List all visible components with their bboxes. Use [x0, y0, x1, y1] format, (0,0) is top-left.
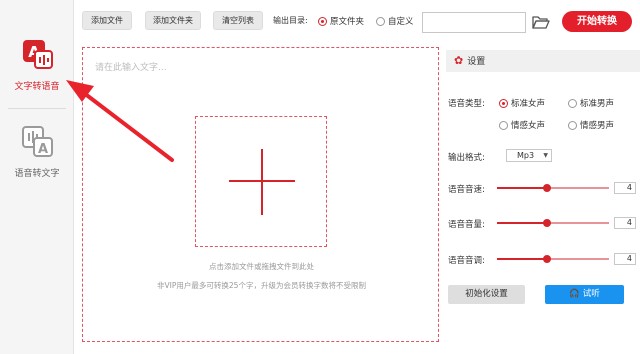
output-option-label: 自定义: [388, 17, 414, 27]
drop-zone[interactable]: [195, 116, 327, 247]
radio-selected-icon: [318, 16, 327, 26]
output-radio-custom[interactable]: 自定义: [376, 15, 414, 27]
settings-header: ✿ 设置: [446, 50, 640, 72]
text-input-placeholder: 请在此输入文字...: [95, 63, 167, 73]
speech-to-text-icon: A: [22, 126, 53, 157]
output-path-input[interactable]: [422, 12, 526, 33]
start-convert-button[interactable]: 开始转换: [562, 11, 632, 32]
add-folder-button[interactable]: 添加文件夹: [145, 11, 201, 30]
pitch-label: 语音音调:: [448, 256, 485, 266]
sidebar-item-label: 文字转语音: [14, 82, 60, 92]
listen-button[interactable]: 🎧 试听: [545, 285, 624, 304]
headphones-icon: 🎧: [569, 289, 580, 299]
pitch-slider[interactable]: [497, 255, 609, 263]
speed-value[interactable]: 4: [614, 182, 636, 194]
upload-hint: 点击添加文件或拖拽文件到此处: [209, 262, 314, 271]
sidebar-item-label: 语音转文字: [14, 169, 60, 179]
sidebar: A 文字转语音 A 语音转文字: [0, 0, 74, 354]
vip-limit-hint: 非VIP用户最多可转换25个字，升级为会员转换字数将不受限制: [157, 281, 366, 290]
voice-option-label: 标准男声: [580, 99, 615, 109]
gear-icon: ✿: [454, 54, 464, 67]
add-file-button[interactable]: 添加文件: [82, 11, 132, 30]
text-to-speech-icon: A: [23, 40, 53, 69]
chevron-down-icon: ▼: [543, 152, 548, 159]
radio-selected-icon: [499, 98, 508, 108]
slider-thumb[interactable]: [543, 255, 552, 263]
sidebar-item-speech-to-text[interactable]: A 语音转文字: [0, 125, 74, 179]
sidebar-divider: [8, 108, 66, 109]
slider-fill: [497, 258, 548, 260]
voice-emotion-male[interactable]: 情感男声: [568, 119, 614, 131]
format-value: Mp3: [517, 151, 535, 160]
voice-option-label: 情感女声: [511, 121, 546, 131]
speed-slider[interactable]: [497, 184, 609, 192]
pitch-value[interactable]: 4: [614, 253, 636, 265]
output-option-label: 原文件夹: [330, 17, 365, 27]
svg-text:A: A: [38, 142, 48, 157]
slider-fill: [497, 222, 548, 224]
folder-icon[interactable]: [532, 15, 550, 29]
output-dir-label: 输出目录:: [273, 16, 308, 25]
slider-fill: [497, 187, 548, 189]
clear-list-button[interactable]: 清空列表: [213, 11, 263, 30]
radio-icon: [376, 16, 385, 26]
voice-standard-female[interactable]: 标准女声: [499, 97, 545, 109]
voice-standard-male[interactable]: 标准男声: [568, 97, 614, 109]
slider-thumb[interactable]: [543, 219, 552, 227]
output-format-select[interactable]: Mp3 ▼: [506, 149, 552, 162]
voice-type-label: 语音类型:: [448, 99, 485, 109]
radio-icon: [499, 120, 508, 130]
volume-label: 语音音量:: [448, 220, 485, 230]
radio-icon: [568, 120, 577, 130]
sidebar-item-text-to-speech[interactable]: A 文字转语音: [0, 38, 74, 92]
voice-option-label: 情感男声: [580, 121, 615, 131]
output-format-label: 输出格式:: [448, 153, 485, 163]
settings-title: 设置: [467, 57, 486, 67]
output-radio-original[interactable]: 原文件夹: [318, 15, 364, 27]
voice-emotion-female[interactable]: 情感女声: [499, 119, 545, 131]
reset-settings-button[interactable]: 初始化设置: [448, 285, 525, 304]
plus-icon-vertical: [261, 149, 263, 215]
slider-thumb[interactable]: [543, 184, 552, 192]
volume-slider[interactable]: [497, 219, 609, 227]
voice-option-label: 标准女声: [511, 99, 546, 109]
speed-label: 语音音速:: [448, 185, 485, 195]
text-input-area[interactable]: 请在此输入文字... 点击添加文件或拖拽文件到此处 非VIP用户最多可转换25个…: [82, 47, 439, 342]
radio-icon: [568, 98, 577, 108]
volume-value[interactable]: 4: [614, 217, 636, 229]
listen-label: 试听: [582, 289, 600, 299]
